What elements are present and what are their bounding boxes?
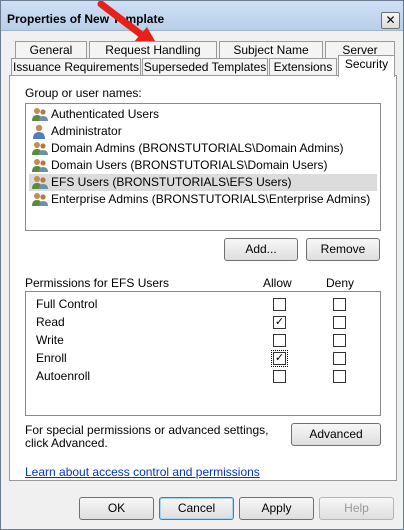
deny-read-checkbox[interactable] bbox=[333, 316, 346, 329]
permission-name: Full Control bbox=[36, 297, 98, 311]
user-name: Enterprise Admins (BRONSTUTORIALS\Enterp… bbox=[51, 192, 371, 206]
group-or-user-names-label: Group or user names: bbox=[25, 86, 142, 100]
help-button[interactable]: Help bbox=[319, 497, 394, 520]
allow-column-header: Allow bbox=[263, 276, 292, 290]
deny-full-control-checkbox[interactable] bbox=[333, 298, 346, 311]
group-icon bbox=[32, 108, 48, 121]
window-title: Properties of New Template bbox=[7, 12, 165, 26]
group-icon bbox=[32, 176, 48, 189]
add-button[interactable]: Add... bbox=[224, 238, 298, 261]
allow-enroll-checkbox[interactable] bbox=[271, 350, 288, 367]
list-item[interactable]: Administrator bbox=[29, 123, 128, 140]
special-permissions-text: For special permissions or advanced sett… bbox=[25, 423, 269, 450]
deny-write-checkbox[interactable] bbox=[333, 334, 346, 347]
ok-button[interactable]: OK bbox=[79, 497, 154, 520]
title-bar[interactable]: Properties of New Template ✕ bbox=[1, 1, 403, 31]
allow-autoenroll-checkbox[interactable] bbox=[273, 370, 286, 383]
user-name: EFS Users (BRONSTUTORIALS\EFS Users) bbox=[51, 175, 292, 189]
user-name: Administrator bbox=[51, 124, 122, 138]
allow-full-control-checkbox[interactable] bbox=[273, 298, 286, 311]
group-icon bbox=[32, 142, 48, 155]
allow-write-checkbox[interactable] bbox=[273, 334, 286, 347]
permission-name: Read bbox=[36, 315, 65, 329]
remove-button[interactable]: Remove bbox=[306, 238, 380, 261]
deny-column-header: Deny bbox=[326, 276, 355, 290]
list-item[interactable]: Domain Users (BRONSTUTORIALS\Domain User… bbox=[29, 157, 334, 174]
list-item[interactable]: Authenticated Users bbox=[29, 106, 165, 123]
allow-read-checkbox[interactable] bbox=[273, 316, 286, 329]
list-item-selected[interactable]: EFS Users (BRONSTUTORIALS\EFS Users) bbox=[29, 174, 377, 191]
user-name: Authenticated Users bbox=[51, 107, 160, 121]
permissions-list: Full Control Read Write Enroll Autoenrol… bbox=[25, 291, 381, 416]
list-item[interactable]: Domain Admins (BRONSTUTORIALS\Domain Adm… bbox=[29, 140, 350, 157]
permission-name: Enroll bbox=[36, 351, 67, 365]
tab-security[interactable]: Security bbox=[338, 55, 395, 77]
properties-dialog: Properties of New Template ✕ General Req… bbox=[0, 0, 404, 530]
permission-name: Write bbox=[36, 333, 64, 347]
deny-autoenroll-checkbox[interactable] bbox=[333, 370, 346, 383]
user-name: Domain Users (BRONSTUTORIALS\Domain User… bbox=[51, 158, 328, 172]
user-name: Domain Admins (BRONSTUTORIALS\Domain Adm… bbox=[51, 141, 344, 155]
learn-access-control-link[interactable]: Learn about access control and permissio… bbox=[25, 465, 260, 479]
group-icon bbox=[32, 159, 48, 172]
security-panel: Group or user names: Authenticated Users… bbox=[9, 75, 397, 481]
close-button[interactable]: ✕ bbox=[381, 12, 400, 29]
apply-button[interactable]: Apply bbox=[239, 497, 314, 520]
deny-enroll-checkbox[interactable] bbox=[333, 352, 346, 365]
permissions-label: Permissions for EFS Users bbox=[25, 276, 170, 290]
permission-name: Autoenroll bbox=[36, 369, 91, 383]
group-icon bbox=[32, 193, 48, 206]
advanced-button[interactable]: Advanced bbox=[291, 423, 381, 446]
user-list[interactable]: Authenticated Users Administrator Domain… bbox=[25, 103, 381, 231]
list-item[interactable]: Enterprise Admins (BRONSTUTORIALS\Enterp… bbox=[29, 191, 376, 208]
user-icon bbox=[33, 124, 45, 139]
cancel-button[interactable]: Cancel bbox=[159, 497, 234, 520]
